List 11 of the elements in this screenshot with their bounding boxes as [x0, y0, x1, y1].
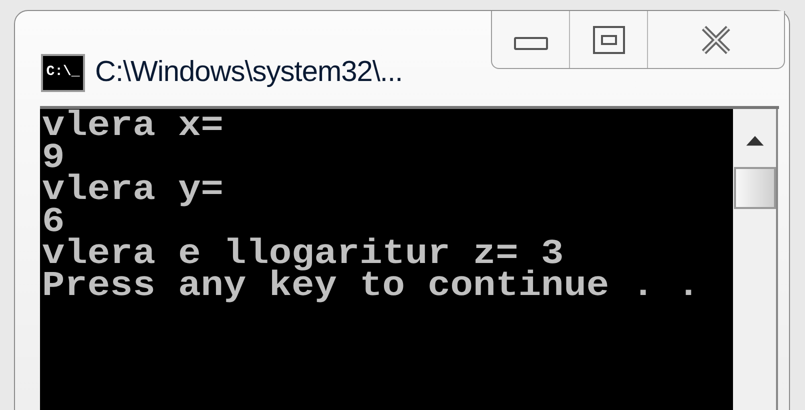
console-line: vlera e llogaritur z= 3 [42, 238, 564, 270]
console-icon: C:\_ [41, 54, 85, 92]
console-line: vlera x= [42, 110, 224, 142]
console-line: 9 [42, 142, 65, 174]
close-icon [700, 24, 732, 54]
console-line: vlera y= [42, 174, 224, 206]
scroll-up-icon[interactable] [744, 135, 764, 147]
console-line: 6 [42, 206, 65, 238]
window-title: C:\Windows\system32\... [95, 55, 403, 90]
console-line: Press any key to continue . . [42, 270, 700, 302]
scrollbar-thumb[interactable] [734, 166, 776, 210]
